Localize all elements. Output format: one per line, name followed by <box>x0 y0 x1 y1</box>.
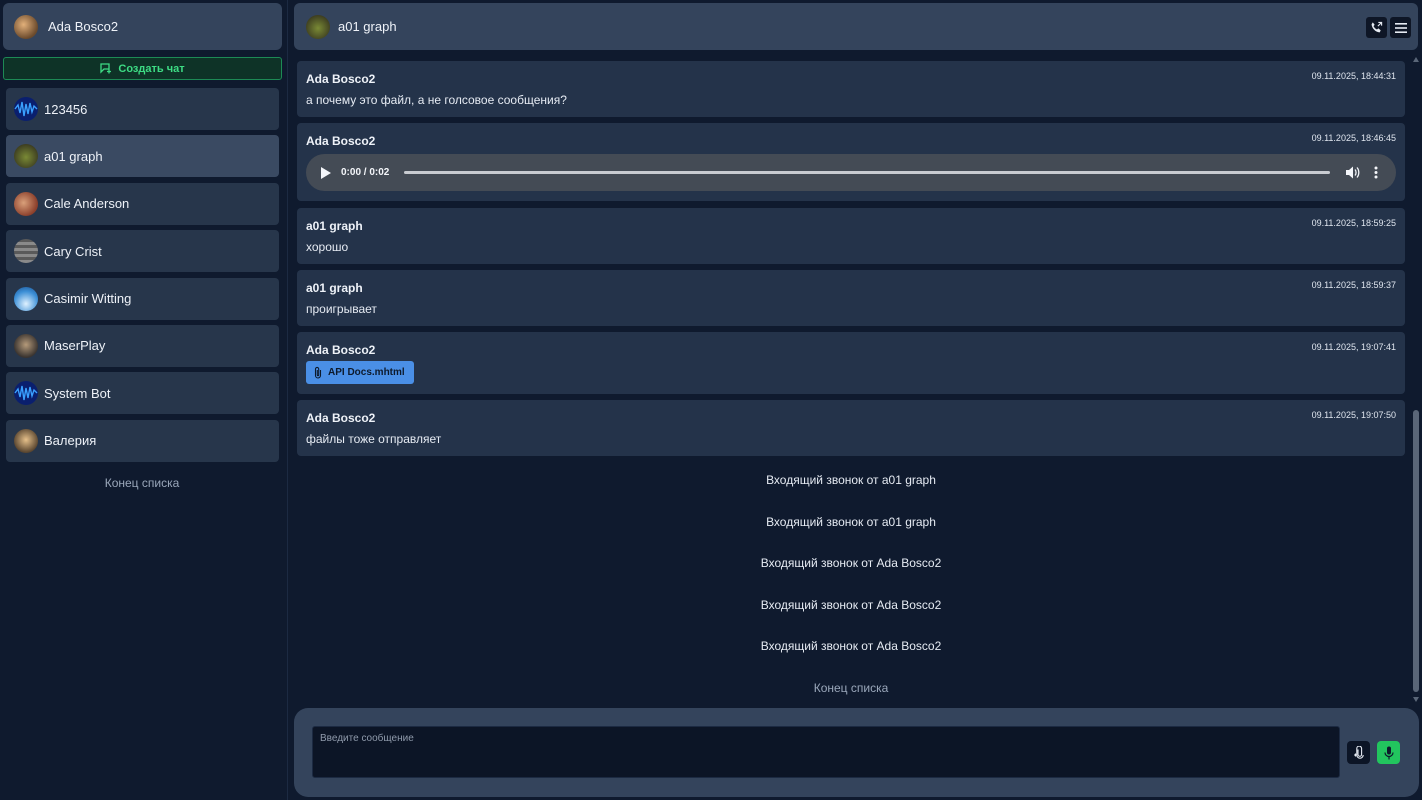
chat-avatar <box>14 239 38 264</box>
chat-avatar <box>14 191 38 216</box>
scroll-down-arrow[interactable] <box>1413 697 1419 702</box>
microphone-icon <box>1383 746 1394 759</box>
chat-item-cale-anderson[interactable]: Cale Anderson <box>6 182 279 225</box>
menu-icon <box>1394 22 1407 33</box>
play-icon[interactable] <box>321 166 331 179</box>
messages-end-of-list: Конец списка <box>813 681 889 695</box>
chat-item-label: MaserPlay <box>44 338 106 354</box>
chat-avatar <box>14 97 38 121</box>
message-author: a01 graph <box>306 281 363 295</box>
chat-item-label: a01 graph <box>44 148 103 164</box>
chat-item-system-bot[interactable]: System Bot <box>6 372 279 415</box>
message-author: Ada Bosco2 <box>306 343 376 357</box>
message-text: а почему это файл, а не голсовое сообщен… <box>306 93 567 107</box>
chat-avatar <box>14 286 38 311</box>
call-button[interactable] <box>1366 17 1387 38</box>
audio-player: 0:00 / 0:02 <box>306 154 1396 191</box>
scrollbar-thumb[interactable] <box>1413 410 1419 692</box>
chat-item-a01-graph[interactable]: a01 graph <box>6 135 279 178</box>
chat-item-label: Casimir Witting <box>44 291 132 307</box>
message-time: 09.11.2025, 18:59:25 <box>1311 218 1396 228</box>
system-event: Входящий звонок от a01 graph <box>766 473 936 487</box>
message-composer <box>294 708 1419 797</box>
profile-name: Ada Bosco2 <box>48 19 119 34</box>
file-attachment[interactable]: API Docs.mhtml <box>306 361 414 384</box>
message-text: файлы тоже отправляет <box>306 432 442 446</box>
header-avatar <box>306 14 330 39</box>
message: Ada Bosco2 09.11.2025, 18:44:31 а почему… <box>297 61 1405 117</box>
message-input[interactable] <box>312 726 1340 778</box>
message-text: хорошо <box>306 240 349 254</box>
message: a01 graph 09.11.2025, 18:59:25 хорошо <box>297 208 1405 264</box>
chat-header: a01 graph <box>294 3 1418 50</box>
chat-title: a01 graph <box>338 19 397 34</box>
chat-item-cary-crist[interactable]: Cary Crist <box>6 230 279 273</box>
scroll-up-arrow[interactable] <box>1413 57 1419 62</box>
file-name: API Docs.mhtml <box>328 367 405 378</box>
message-author: Ada Bosco2 <box>306 411 376 425</box>
message: a01 graph 09.11.2025, 18:59:37 проигрыва… <box>297 270 1405 326</box>
message-author: Ada Bosco2 <box>306 134 376 148</box>
system-event: Входящий звонок от Ada Bosco2 <box>760 556 942 570</box>
create-chat-label: Создать чат <box>118 62 185 75</box>
attach-button[interactable] <box>1347 741 1370 764</box>
chat-item-label: Валерия <box>44 433 97 449</box>
chat-avatar <box>14 144 38 169</box>
message-text: проигрывает <box>306 302 377 316</box>
audio-progress-track[interactable] <box>404 171 1330 174</box>
create-chat-button[interactable]: Создать чат <box>3 57 282 80</box>
chat-item-casimir-witting[interactable]: Casimir Witting <box>6 277 279 320</box>
chat-avatar <box>14 381 38 406</box>
call-icon <box>1371 21 1383 33</box>
chat-item-123456[interactable]: 123456 <box>6 88 279 130</box>
chat-item-valeria[interactable]: Валерия <box>6 419 279 462</box>
record-voice-button[interactable] <box>1377 741 1400 764</box>
sidebar: Ada Bosco2 Создать чат 123456 a01 graph … <box>0 0 288 800</box>
attach-icon <box>1353 746 1364 759</box>
chat-item-label: Cary Crist <box>44 243 102 259</box>
message-author: a01 graph <box>306 219 363 233</box>
chat-item-label: Cale Anderson <box>44 196 130 212</box>
message-file: Ada Bosco2 09.11.2025, 19:07:41 API Docs… <box>297 332 1405 394</box>
sidebar-end-of-list: Конец списка <box>104 476 180 490</box>
chat-avatar <box>14 333 38 358</box>
message-audio: Ada Bosco2 09.11.2025, 18:46:45 0:00 / 0… <box>297 123 1405 201</box>
paperclip-icon <box>314 366 322 379</box>
message-author: Ada Bosco2 <box>306 72 376 86</box>
message-time: 09.11.2025, 18:59:37 <box>1311 280 1396 290</box>
chat-item-label: 123456 <box>44 101 88 117</box>
message-time: 09.11.2025, 19:07:50 <box>1311 410 1396 420</box>
menu-button[interactable] <box>1390 17 1411 38</box>
chat-item-label: System Bot <box>44 385 111 401</box>
message: Ada Bosco2 09.11.2025, 19:07:50 файлы то… <box>297 400 1405 456</box>
chat-item-maserplay[interactable]: MaserPlay <box>6 324 279 367</box>
create-chat-icon <box>100 63 112 74</box>
system-event: Входящий звонок от a01 graph <box>766 515 936 529</box>
audio-timer: 0:00 / 0:02 <box>341 167 390 178</box>
profile-avatar <box>14 14 38 39</box>
message-time: 09.11.2025, 18:44:31 <box>1311 71 1396 81</box>
profile-header[interactable]: Ada Bosco2 <box>3 3 282 50</box>
chat-avatar <box>14 428 38 453</box>
more-vertical-icon[interactable] <box>1374 166 1378 179</box>
system-event: Входящий звонок от Ada Bosco2 <box>760 598 942 612</box>
chat-list: 123456 a01 graph Cale Anderson Cary Cris… <box>6 88 279 467</box>
volume-icon[interactable] <box>1346 166 1360 179</box>
message-time: 09.11.2025, 18:46:45 <box>1311 133 1396 143</box>
message-time: 09.11.2025, 19:07:41 <box>1311 342 1396 352</box>
system-event: Входящий звонок от Ada Bosco2 <box>760 639 942 653</box>
